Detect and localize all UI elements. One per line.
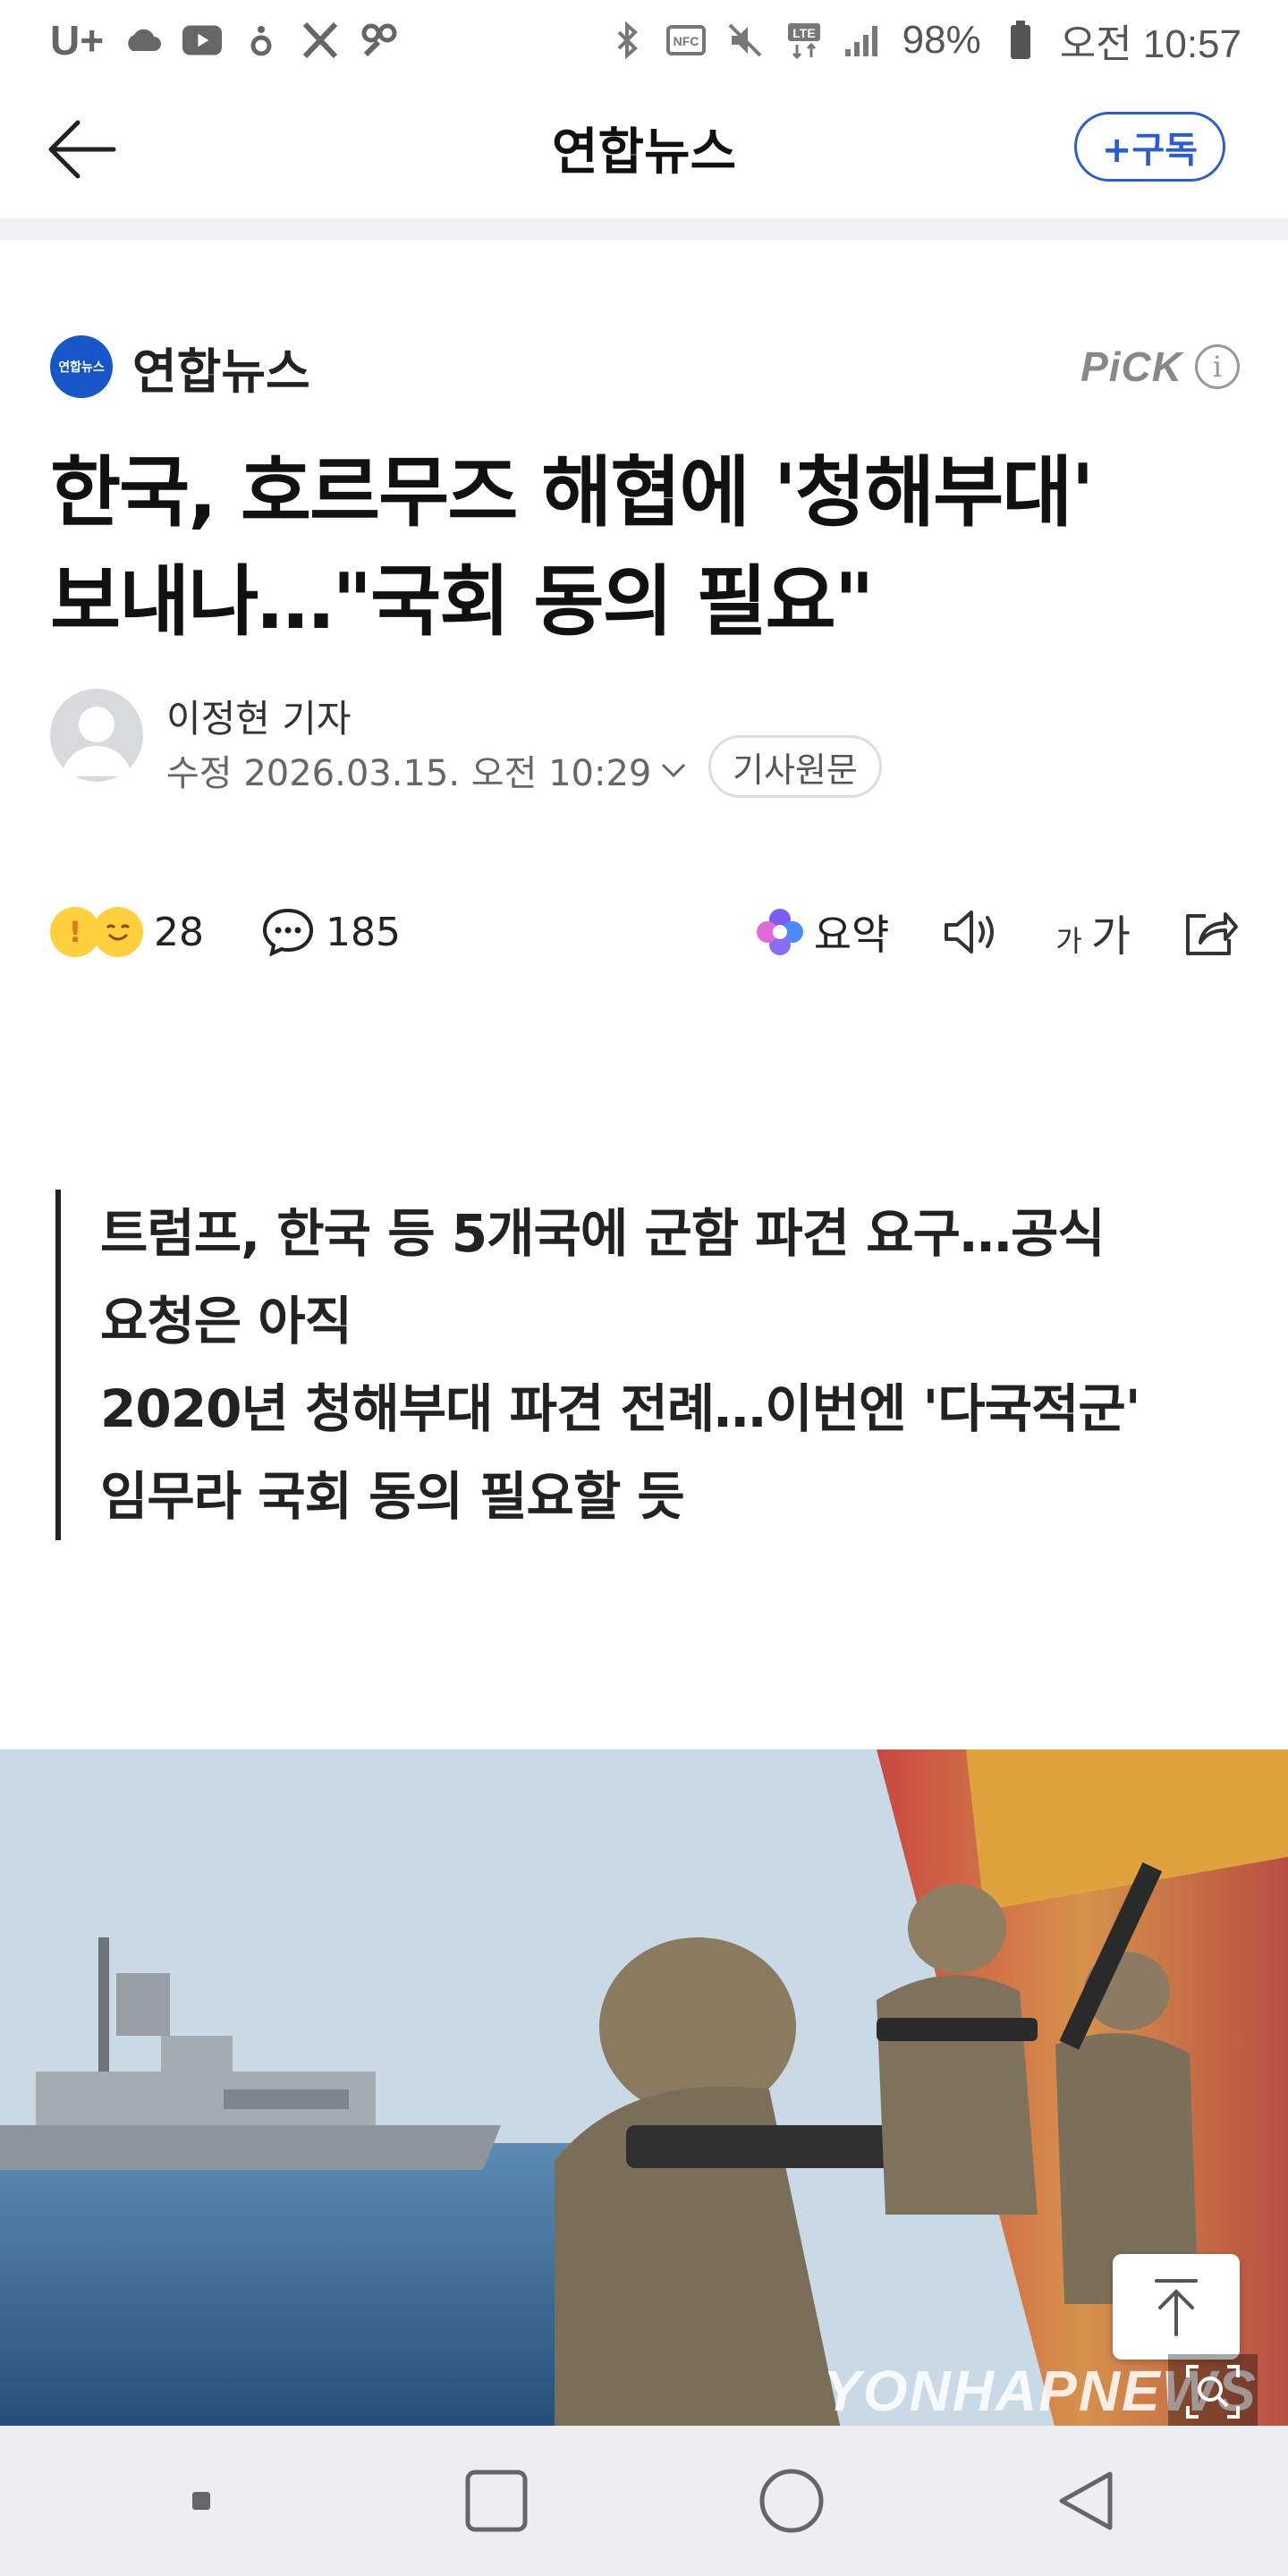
font-big-label: 가 xyxy=(1090,911,1131,962)
back-button[interactable] xyxy=(41,109,122,190)
x-icon xyxy=(301,21,340,60)
page-title: 연합뉴스 xyxy=(551,123,737,182)
photo-illustration xyxy=(0,1750,1288,2429)
press-logo[interactable]: 연합뉴스 xyxy=(50,335,113,398)
comment-icon xyxy=(262,908,314,957)
byline: 이정현 기자 수정 2026.03.15. 오전 10:29 기사원문 xyxy=(50,689,1213,798)
home-circle-icon xyxy=(759,2469,824,2533)
date-text: 수정 2026.03.15. 오전 10:29 xyxy=(166,753,652,794)
press-row: 연합뉴스 연합뉴스 PiCK i xyxy=(50,331,1240,402)
lte-icon: LTE xyxy=(784,21,824,60)
avatar[interactable] xyxy=(50,689,143,782)
nav-menu-button[interactable] xyxy=(152,2452,250,2550)
reaction-button[interactable]: ! 28 xyxy=(50,907,204,957)
summary-label: 요약 xyxy=(813,911,890,959)
person-icon xyxy=(63,707,131,776)
speaker-icon xyxy=(945,911,995,953)
share-icon xyxy=(1186,912,1238,955)
article-date[interactable]: 수정 2026.03.15. 오전 10:29 xyxy=(166,744,687,796)
cloud-icon xyxy=(123,21,163,60)
photo-zoom-button[interactable] xyxy=(1168,2354,1258,2429)
subscribe-button[interactable]: +구독 xyxy=(1073,112,1225,182)
zoom-icon xyxy=(1186,2365,1240,2419)
svg-text:LTE: LTE xyxy=(792,26,815,40)
comment-button[interactable]: 185 xyxy=(261,907,401,957)
summary-line-2: 요청은 아직 xyxy=(100,1291,352,1352)
nav-recents-button[interactable] xyxy=(447,2452,546,2550)
small-square-icon xyxy=(192,2492,210,2510)
tts-button[interactable] xyxy=(941,907,1004,957)
action-bar: ! 28 185 요약 가 가 xyxy=(50,894,1240,970)
mute-icon xyxy=(725,21,765,60)
info-icon[interactable]: i xyxy=(1195,344,1240,389)
font-size-button[interactable]: 가 가 xyxy=(1055,901,1131,963)
scroll-to-top-button[interactable] xyxy=(1113,2254,1240,2360)
system-nav-bar xyxy=(0,2426,1288,2576)
nfc-icon: NFC xyxy=(665,21,706,60)
header-divider xyxy=(0,218,1288,240)
headline-line-1: 한국, 호르무즈 해협에 '청해부대' xyxy=(50,448,1095,538)
summary-line-4: 임무라 국회 동의 필요할 듯 xyxy=(100,1466,685,1527)
youtube-icon xyxy=(182,21,223,60)
nav-home-button[interactable] xyxy=(742,2452,841,2550)
app-header: 연합뉴스 +구독 xyxy=(0,80,1288,215)
chevron-down-icon xyxy=(662,763,686,778)
back-triangle-icon xyxy=(1059,2471,1113,2530)
sparkle-icon xyxy=(756,909,803,955)
share-button[interactable] xyxy=(1182,907,1240,957)
recents-icon xyxy=(465,2470,528,2532)
pick-label: PiCK xyxy=(1080,343,1182,390)
summary-line-1: 트럼프, 한국 등 5개국에 군함 파견 요구…공식 xyxy=(100,1203,1106,1264)
summary-button[interactable]: 요약 xyxy=(755,902,890,962)
summary-line-3: 2020년 청해부대 파견 전례…이번엔 '다국적군' xyxy=(100,1378,1140,1439)
article-summary: 트럼프, 한국 등 5개국에 군함 파견 요구…공식 요청은 아직 2020년 … xyxy=(55,1190,1236,1540)
original-article-button[interactable]: 기사원문 xyxy=(708,735,882,798)
svg-text:NFC: NFC xyxy=(673,34,699,48)
reaction-emoji-icon: ! xyxy=(50,907,143,957)
pick-badge: PiCK i xyxy=(1080,343,1240,391)
font-small-label: 가 xyxy=(1055,924,1082,958)
bluetooth-icon xyxy=(607,21,647,60)
battery-icon xyxy=(1001,21,1040,60)
headline-line-2: 보내나…"국회 동의 필요" xyxy=(50,557,875,647)
comment-count: 185 xyxy=(326,909,401,955)
arrow-up-icon xyxy=(1155,2279,1198,2336)
nav-back-button[interactable] xyxy=(1038,2452,1136,2550)
article-photo[interactable]: YONHAPNEWS xyxy=(0,1750,1288,2429)
article-headline: 한국, 호르무즈 해협에 '청해부대' 보내나…"국회 동의 필요" xyxy=(50,438,1249,657)
dot-icon xyxy=(242,21,281,60)
signal-icon xyxy=(843,21,883,60)
arrow-left-icon xyxy=(48,120,116,179)
smile-emoji-icon xyxy=(93,907,143,957)
status-bar: U+ NFC LTE 98% 오전 10:57 xyxy=(0,0,1288,80)
carrier-label: U+ xyxy=(50,17,105,64)
battery-percent: 98% xyxy=(902,18,981,62)
press-name[interactable]: 연합뉴스 xyxy=(132,332,310,402)
clock: 오전 10:57 xyxy=(1059,22,1241,66)
reaction-count: 28 xyxy=(154,909,204,955)
reporter-name[interactable]: 이정현 기자 xyxy=(166,689,352,743)
link-icon xyxy=(360,21,399,60)
